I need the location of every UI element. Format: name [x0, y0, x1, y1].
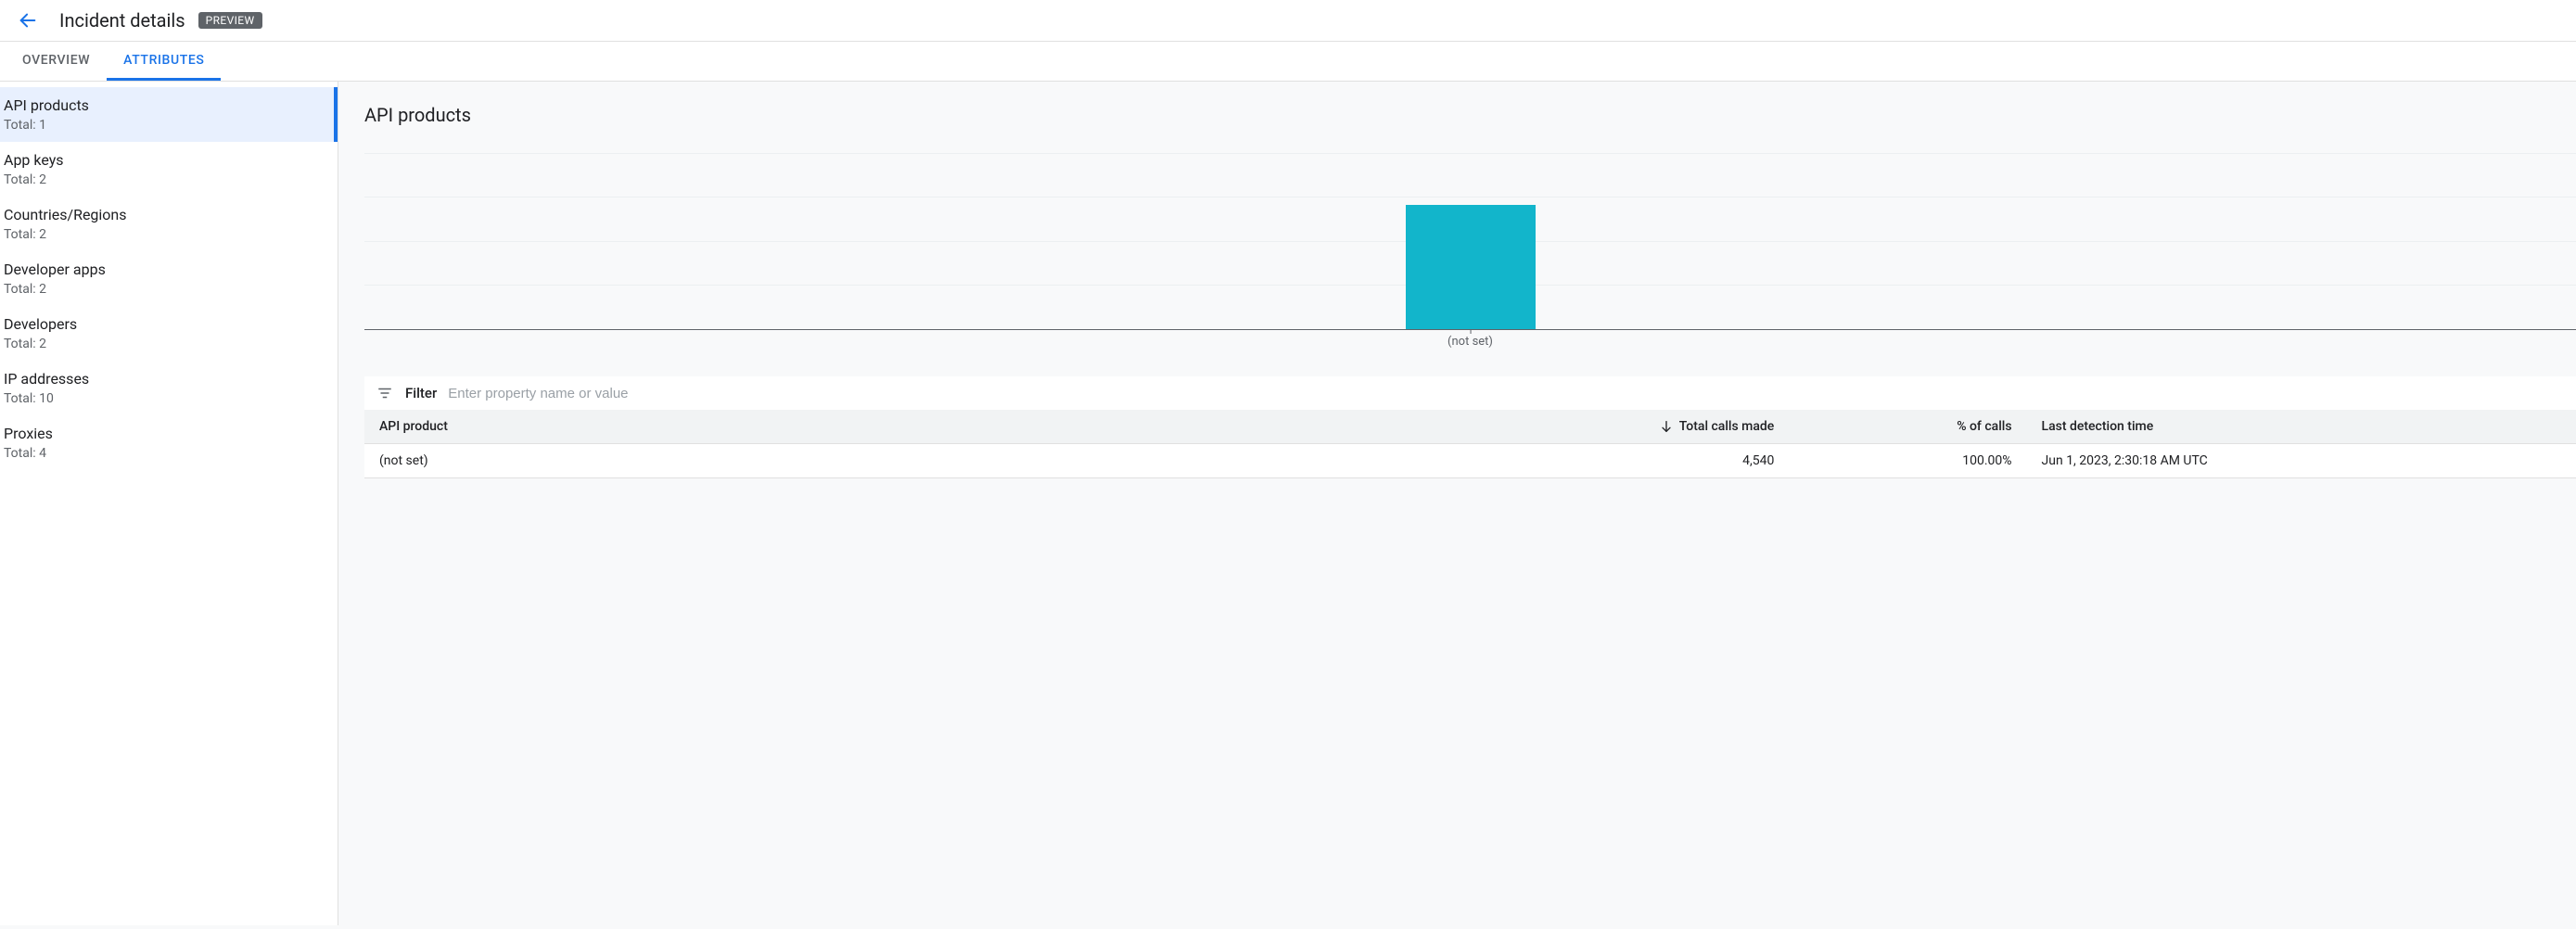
results-table: API product Total calls made % of calls …: [364, 410, 2576, 478]
sidebar-item-proxies[interactable]: Proxies Total: 4: [0, 415, 338, 470]
cell-api-product: (not set): [364, 444, 1382, 478]
filter-bar: Filter: [364, 376, 2576, 410]
preview-badge: PREVIEW: [198, 12, 262, 29]
cell-last-time: Jun 1, 2023, 2:30:18 AM UTC: [2027, 444, 2576, 478]
sidebar-item-total: Total: 4: [4, 446, 325, 461]
sidebar-item-total: Total: 2: [4, 282, 325, 297]
sidebar-item-total: Total: 10: [4, 391, 325, 406]
cell-total-calls: 4,540: [1382, 444, 1789, 478]
filter-icon: [376, 384, 394, 402]
main-heading: API products: [364, 104, 2576, 126]
col-last-time[interactable]: Last detection time: [2027, 410, 2576, 444]
col-api-product[interactable]: API product: [364, 410, 1382, 444]
col-total-calls[interactable]: Total calls made: [1382, 410, 1789, 444]
chart-wrap: (not set): [364, 154, 2576, 339]
sidebar-item-total: Total: 2: [4, 227, 325, 242]
sidebar-item-total: Total: 2: [4, 337, 325, 351]
chart-bar: [1406, 205, 1536, 329]
chart-x-label: (not set): [1447, 329, 1493, 349]
back-button[interactable]: [17, 9, 39, 32]
sidebar-item-label: IP addresses: [4, 370, 325, 388]
sidebar-item-developer-apps[interactable]: Developer apps Total: 2: [0, 251, 338, 306]
bar-chart: (not set): [364, 154, 2576, 330]
tab-bar: OVERVIEW ATTRIBUTES: [0, 41, 2576, 82]
sidebar-item-label: API products: [4, 96, 321, 114]
sidebar-item-label: Developers: [4, 315, 325, 333]
filter-label: Filter: [405, 385, 437, 401]
sidebar-item-total: Total: 1: [4, 118, 321, 133]
cell-pct-calls: 100.00%: [1789, 444, 2026, 478]
sidebar-item-ip-addresses[interactable]: IP addresses Total: 10: [0, 361, 338, 415]
table-row[interactable]: (not set) 4,540 100.00% Jun 1, 2023, 2:3…: [364, 444, 2576, 478]
filter-input[interactable]: [448, 386, 2565, 401]
sidebar-item-label: Developer apps: [4, 261, 325, 278]
tab-overview[interactable]: OVERVIEW: [6, 42, 107, 81]
table-header-row: API product Total calls made % of calls …: [364, 410, 2576, 444]
arrow-back-icon: [18, 10, 38, 31]
page-header: Incident details PREVIEW: [0, 0, 2576, 41]
sidebar-item-countries-regions[interactable]: Countries/Regions Total: 2: [0, 197, 338, 251]
sidebar-item-developers[interactable]: Developers Total: 2: [0, 306, 338, 361]
page-title: Incident details: [59, 9, 185, 32]
sidebar-item-total: Total: 2: [4, 172, 325, 187]
main-content: API products (not set) Filter: [338, 82, 2576, 925]
sort-desc-icon: [1659, 419, 1674, 434]
sidebar-item-label: Proxies: [4, 425, 325, 442]
sidebar-item-api-products[interactable]: API products Total: 1: [0, 87, 338, 142]
sidebar-item-label: App keys: [4, 151, 325, 169]
sidebar-item-app-keys[interactable]: App keys Total: 2: [0, 142, 338, 197]
tab-attributes[interactable]: ATTRIBUTES: [107, 42, 221, 81]
attribute-sidebar: API products Total: 1 App keys Total: 2 …: [0, 82, 338, 925]
col-pct-calls[interactable]: % of calls: [1789, 410, 2026, 444]
chart-gridline: [364, 153, 2576, 154]
sidebar-item-label: Countries/Regions: [4, 206, 325, 223]
